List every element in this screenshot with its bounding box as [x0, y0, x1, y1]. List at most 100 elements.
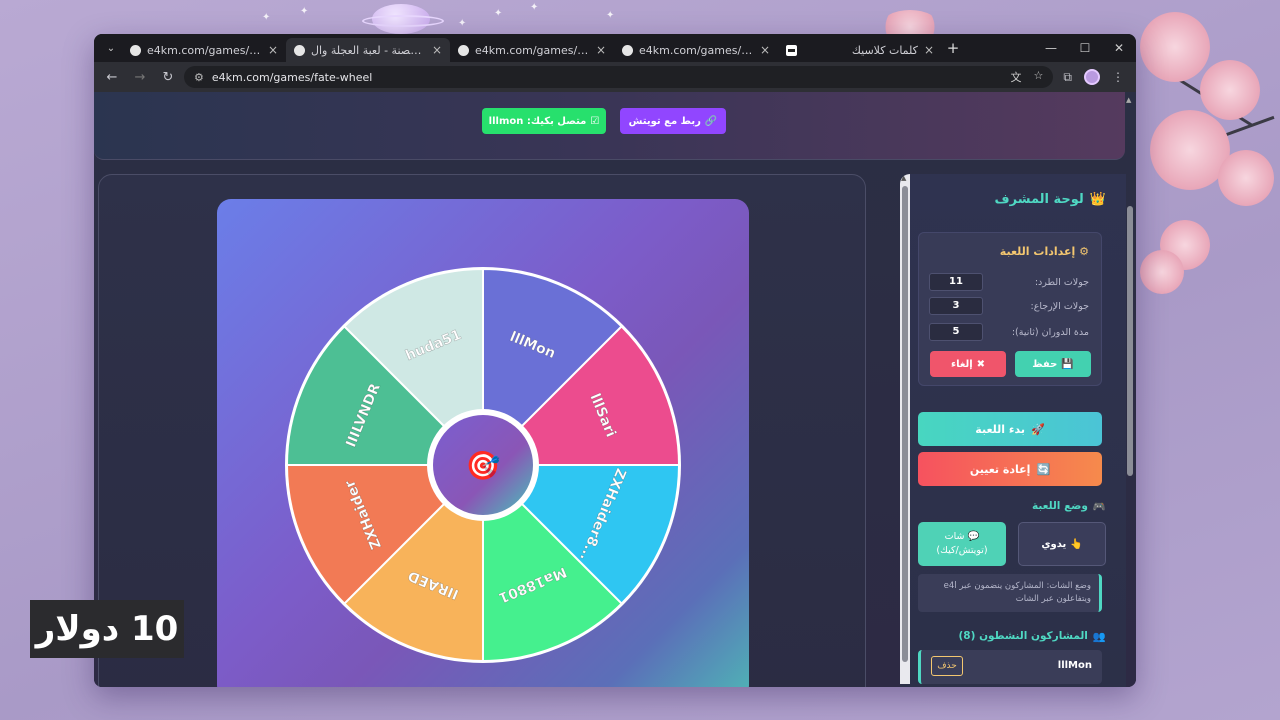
globe-icon — [294, 44, 305, 56]
scroll-up-icon[interactable]: ▲ — [901, 174, 906, 182]
speech-bubble-icon: 💬 — [967, 531, 980, 542]
gamepad-icon: 🎮 — [1092, 501, 1106, 513]
start-game-label: بدء اللعبة — [975, 422, 1025, 436]
users-icon: 👥 — [1092, 631, 1106, 643]
tab-wheel-of-fate[interactable]: e4km.com/games/wheel-of-fate × — [450, 38, 614, 62]
chat-mode-sublabel: (تويتش/كيك) — [936, 545, 988, 556]
bookmark-star-icon[interactable]: ☆ — [1034, 69, 1044, 85]
tab-fate-wheel[interactable]: دوامة الشخصنة - لعبة العجلة وال × — [286, 38, 450, 62]
browser-window: ⌄ e4km.com/games/kaf-bekaf × دوامة الشخص… — [94, 34, 1136, 687]
fate-wheel[interactable]: lllMonlllSariZXHaider8...Ma18801IIRAEDZX… — [283, 265, 683, 665]
admin-title: 👑 لوحة المشرف — [995, 192, 1106, 207]
kick-connected-button[interactable]: ☑ متصل بكيك: lllmon — [482, 108, 606, 134]
close-icon[interactable]: × — [268, 43, 278, 57]
close-icon[interactable]: × — [596, 43, 606, 57]
tab-classic-words[interactable]: كلمات كلاسيك × — [778, 38, 942, 62]
blossom-decoration — [1218, 150, 1274, 206]
reset-label: إعادة تعيين — [969, 462, 1031, 476]
setting-spin-duration: مدة الدوران (ثانية): 5 — [929, 323, 1089, 341]
participants-title-text: المشاركون النشطون (8) — [958, 630, 1088, 642]
profile-avatar[interactable] — [1084, 69, 1100, 85]
setting-label: جولات الإرجاع: — [1030, 300, 1089, 312]
tab-title: دوامة الشخصنة - لعبة العجلة وال — [311, 43, 426, 57]
back-icon[interactable]: ← — [100, 70, 124, 85]
connect-twitch-label: ربط مع تويتش — [628, 115, 701, 127]
spin-duration-input[interactable]: 5 — [929, 323, 983, 341]
delete-participant-button[interactable]: حذف — [931, 656, 963, 676]
game-mode-title: 🎮 وضع اللعبة — [1032, 500, 1106, 513]
star-decoration: ✦ — [530, 2, 539, 13]
admin-scrollbar-thumb[interactable] — [902, 186, 908, 662]
close-icon[interactable]: × — [924, 43, 934, 57]
chat-mode-label: شات — [944, 531, 965, 542]
checkbox-icon: ☑ — [590, 115, 600, 127]
crown-icon: 👑 — [1089, 192, 1106, 207]
blossom-decoration — [1140, 250, 1184, 294]
menu-dots-icon[interactable]: ⋮ — [1112, 70, 1124, 84]
tab-choice-challenge[interactable]: e4km.com/games/choice-challenge × — [614, 38, 778, 62]
globe-icon — [130, 44, 141, 56]
extensions-icon[interactable]: ⧉ — [1063, 70, 1072, 85]
admin-scrollbar[interactable]: ▲ — [900, 174, 910, 684]
setting-return-rounds: جولات الإرجاع: 3 — [929, 297, 1089, 315]
close-icon[interactable]: × — [432, 43, 442, 57]
tab-kaf-bekaf[interactable]: e4km.com/games/kaf-bekaf × — [122, 38, 286, 62]
browser-toolbar: ← → ↻ ⚙ e4km.com/games/fate-wheel 文 ☆ ⧉ … — [94, 62, 1136, 92]
kick-connected-label: متصل بكيك: lllmon — [488, 115, 587, 127]
translate-icon[interactable]: 文 — [1011, 69, 1022, 85]
cancel-label: إلغاء — [950, 358, 973, 370]
chat-mode-label-line1: 💬 شات — [945, 530, 980, 544]
star-decoration: ✦ — [300, 6, 309, 17]
tab-title: e4km.com/games/wheel-of-fate — [475, 43, 590, 57]
participant-name: lllMon — [1057, 660, 1092, 671]
page-header: ☑ متصل بكيك: lllmon 🔗 ربط مع تويتش — [94, 92, 1125, 160]
site-icon — [786, 44, 797, 56]
minimize-icon[interactable]: — — [1034, 41, 1068, 55]
new-tab-button[interactable]: + — [942, 39, 964, 57]
refresh-icon: 🔄 — [1036, 462, 1051, 476]
tab-strip: ⌄ e4km.com/games/kaf-bekaf × دوامة الشخص… — [94, 34, 1136, 62]
save-button[interactable]: 💾 حفظ — [1015, 351, 1091, 377]
globe-icon — [622, 44, 633, 56]
tab-search-dropdown[interactable]: ⌄ — [100, 38, 122, 58]
star-decoration: ✦ — [262, 12, 271, 23]
address-bar[interactable]: ⚙ e4km.com/games/fate-wheel 文 ☆ — [184, 66, 1054, 88]
tab-title: كلمات كلاسيك — [851, 43, 918, 57]
reset-button[interactable]: 🔄 إعادة تعيين — [918, 452, 1102, 486]
reload-icon[interactable]: ↻ — [156, 70, 180, 85]
url-text: e4km.com/games/fate-wheel — [211, 70, 373, 84]
manual-mode-label: يدوي — [1041, 538, 1067, 550]
tab-title: e4km.com/games/choice-challenge — [639, 43, 754, 57]
participant-row: lllMon حذف — [918, 650, 1102, 684]
blossom-decoration — [1140, 12, 1210, 82]
close-icon[interactable]: × — [760, 43, 770, 57]
connect-twitch-button[interactable]: 🔗 ربط مع تويتش — [620, 108, 726, 134]
maximize-icon[interactable]: ☐ — [1068, 41, 1102, 55]
star-decoration: ✦ — [494, 8, 503, 19]
page-scrollbar-thumb[interactable] — [1127, 206, 1133, 476]
page-scrollbar[interactable]: ▲ — [1126, 96, 1134, 476]
site-settings-icon[interactable]: ⚙ — [194, 71, 204, 84]
start-game-button[interactable]: 🚀 بدء اللعبة — [918, 412, 1102, 446]
game-mode-title-text: وضع اللعبة — [1032, 500, 1088, 512]
return-rounds-input[interactable]: 3 — [929, 297, 983, 315]
scroll-up-icon[interactable]: ▲ — [1126, 96, 1131, 104]
save-label: حفظ — [1032, 358, 1058, 370]
chat-mode-button[interactable]: 💬 شات (تويتش/كيك) — [918, 522, 1006, 566]
kick-rounds-input[interactable]: 11 — [929, 273, 983, 291]
mode-note: وضع الشات: المشاركون ينضمون عبر e4l ويتف… — [918, 574, 1102, 612]
window-controls: — ☐ ✕ — [1034, 41, 1136, 55]
game-settings-card: ⚙ إعدادات اللعبة جولات الطرد: 11 جولات ا… — [918, 232, 1102, 386]
forward-icon[interactable]: → — [128, 70, 152, 85]
admin-panel: ▲ 👑 لوحة المشرف ⚙ إعدادات اللعبة جولات ا… — [900, 174, 1126, 687]
setting-kick-rounds: جولات الطرد: 11 — [929, 273, 1089, 291]
pointer-icon: 👆 — [1070, 538, 1083, 550]
link-icon: 🔗 — [704, 115, 718, 127]
setting-label: مدة الدوران (ثانية): — [1011, 326, 1089, 338]
globe-icon — [458, 44, 469, 56]
planet-decoration — [362, 4, 444, 34]
star-decoration: ✦ — [606, 10, 615, 21]
close-window-icon[interactable]: ✕ — [1102, 41, 1136, 55]
cancel-button[interactable]: ✖ إلغاء — [930, 351, 1006, 377]
manual-mode-button[interactable]: 👆 يدوي — [1018, 522, 1106, 566]
